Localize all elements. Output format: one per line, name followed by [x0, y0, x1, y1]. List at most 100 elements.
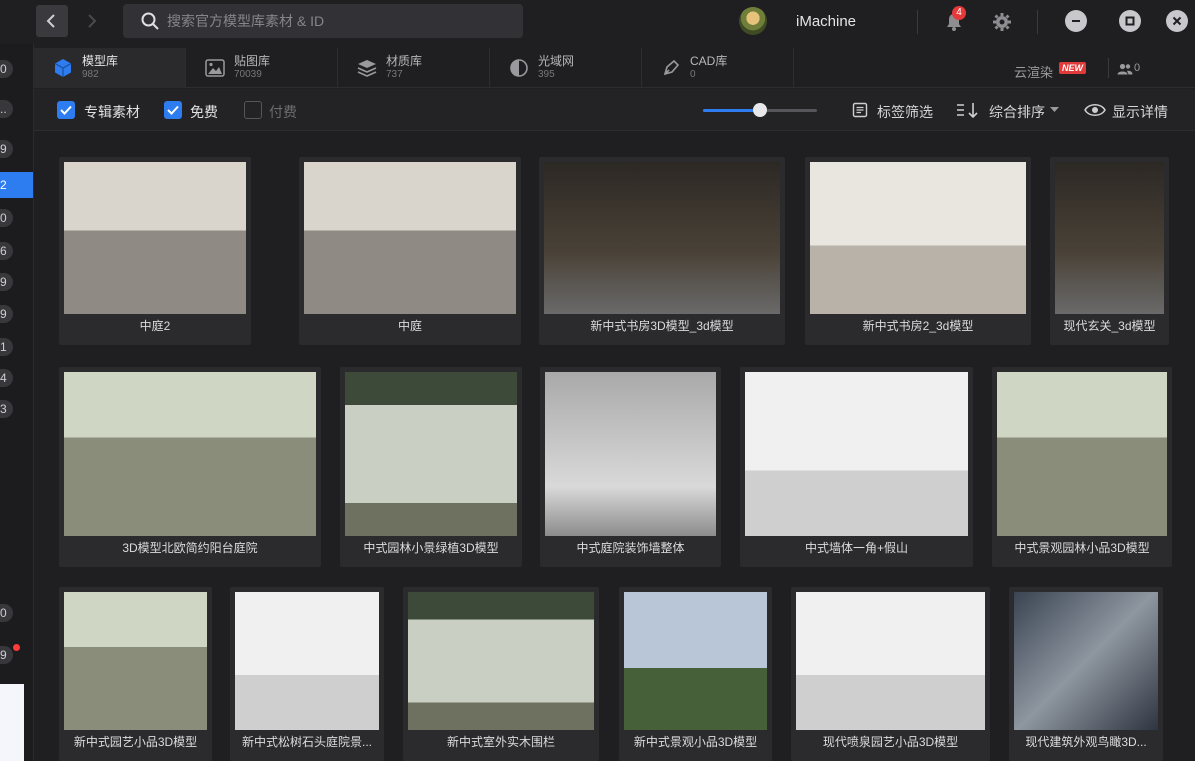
tab-label: 贴图库	[234, 54, 271, 68]
sidebar-item[interactable]: 6	[0, 238, 33, 264]
model-caption[interactable]: 新中式松树石头庭院景...	[234, 729, 380, 755]
tab-count: 982	[82, 69, 99, 80]
chevron-down-icon[interactable]	[1050, 107, 1059, 113]
maximize-button[interactable]	[1119, 10, 1141, 32]
model-caption[interactable]: 新中式园艺小品3D模型	[63, 729, 208, 755]
model-caption[interactable]: 中庭2	[63, 313, 247, 339]
model-card[interactable]: 新中式书房3D模型_3d模型	[539, 157, 785, 345]
model-card[interactable]: 现代喷泉园艺小品3D模型	[791, 587, 990, 761]
model-card[interactable]: 新中式书房2_3d模型	[805, 157, 1031, 345]
model-thumbnail[interactable]	[235, 592, 379, 730]
tab-material-library[interactable]: 材质库 737	[338, 48, 490, 88]
model-caption[interactable]: 中式墙体一角+假山	[744, 535, 969, 561]
search-input[interactable]	[167, 13, 497, 29]
model-card[interactable]: 3D模型北欧简约阳台庭院	[59, 367, 321, 567]
sidebar-item[interactable]: 9	[0, 136, 33, 162]
tab-count: 395	[538, 69, 555, 80]
free-label[interactable]: 免费	[190, 102, 218, 122]
model-caption[interactable]: 中庭	[303, 313, 517, 339]
tab-label: 模型库	[82, 54, 119, 68]
cloud-render-link[interactable]: 云渲染	[1014, 62, 1053, 81]
tab-model-library[interactable]: 模型库 982	[34, 48, 186, 88]
paid-label[interactable]: 付费	[269, 102, 297, 122]
model-thumbnail[interactable]	[1014, 592, 1158, 730]
back-button[interactable]	[36, 5, 68, 37]
sidebar-item[interactable]: 0	[0, 600, 33, 626]
sidebar-item-count: 0	[0, 60, 13, 78]
model-thumbnail[interactable]	[997, 372, 1167, 536]
search-box[interactable]	[123, 4, 523, 38]
model-thumbnail[interactable]	[408, 592, 594, 730]
model-card[interactable]: 新中式松树石头庭院景...	[230, 587, 384, 761]
model-thumbnail[interactable]	[544, 162, 780, 314]
model-caption[interactable]: 新中式书房2_3d模型	[809, 313, 1027, 339]
username[interactable]: iMachine	[796, 13, 856, 30]
sidebar-item[interactable]: 0	[0, 205, 33, 231]
users-icon[interactable]	[1117, 63, 1133, 75]
sort-button[interactable]: 综合排序	[989, 102, 1045, 122]
model-card[interactable]: 中式景观园林小品3D模型	[992, 367, 1172, 567]
model-thumbnail[interactable]	[1055, 162, 1164, 314]
model-thumbnail[interactable]	[64, 162, 246, 314]
album-label[interactable]: 专辑素材	[84, 102, 140, 122]
paid-checkbox[interactable]	[244, 101, 262, 119]
layers-icon	[357, 60, 377, 77]
model-caption[interactable]: 现代建筑外观鸟瞰3D...	[1013, 729, 1159, 755]
library-tabs: 模型库 982 贴图库 70039 材质库 737 光域网 395 CAD库 0 云渲染 …	[34, 44, 1195, 88]
model-caption[interactable]: 中式庭院装饰墙整体	[544, 535, 717, 561]
model-caption[interactable]: 新中式室外实木围栏	[407, 729, 595, 755]
minimize-button[interactable]	[1065, 10, 1087, 32]
model-card[interactable]: 新中式园艺小品3D模型	[59, 587, 212, 761]
model-caption[interactable]: 中式园林小景绿植3D模型	[344, 535, 518, 561]
slider-handle[interactable]	[753, 103, 767, 117]
sidebar-item[interactable]: 9	[0, 301, 33, 327]
model-caption[interactable]: 中式景观园林小品3D模型	[996, 535, 1168, 561]
model-thumbnail[interactable]	[545, 372, 716, 536]
model-card[interactable]: 中庭2	[59, 157, 251, 345]
album-checkbox[interactable]	[57, 101, 75, 119]
tab-texture-library[interactable]: 贴图库 70039	[186, 48, 338, 88]
sidebar-item[interactable]: ..	[0, 96, 33, 122]
sidebar-item[interactable]: 0	[0, 56, 33, 82]
model-thumbnail[interactable]	[64, 372, 316, 536]
sidebar-item[interactable]: 3	[0, 396, 33, 422]
sidebar-item[interactable]: 9	[0, 269, 33, 295]
model-card[interactable]: 新中式景观小品3D模型	[619, 587, 772, 761]
model-card[interactable]: 中式墙体一角+假山	[740, 367, 973, 567]
model-thumbnail[interactable]	[304, 162, 516, 314]
model-card[interactable]: 新中式室外实木围栏	[403, 587, 599, 761]
model-thumbnail[interactable]	[345, 372, 517, 536]
model-thumbnail[interactable]	[796, 592, 985, 730]
model-caption[interactable]: 3D模型北欧简约阳台庭院	[63, 535, 317, 561]
model-caption[interactable]: 新中式书房3D模型_3d模型	[543, 313, 781, 339]
model-thumbnail[interactable]	[624, 592, 767, 730]
filter-bar: 专辑素材 免费 付费 标签筛选 综合排序 显示详情	[34, 89, 1195, 131]
model-caption[interactable]: 新中式景观小品3D模型	[623, 729, 768, 755]
tab-cad-library[interactable]: CAD库 0	[642, 48, 794, 88]
model-card[interactable]: 中式园林小景绿植3D模型	[340, 367, 522, 567]
free-checkbox[interactable]	[164, 101, 182, 119]
gear-icon[interactable]	[992, 12, 1012, 32]
model-card[interactable]: 现代玄关_3d模型	[1050, 157, 1169, 345]
model-card[interactable]: 现代建筑外观鸟瞰3D...	[1009, 587, 1163, 761]
sidebar-item[interactable]: 2	[0, 172, 33, 198]
tag-filter-button[interactable]: 标签筛选	[877, 102, 933, 122]
sidebar-item[interactable]: 1	[0, 334, 33, 360]
avatar[interactable]	[739, 7, 767, 35]
left-sidebar: 0.. 9 2 0 6 9 9 1 4 3 0 9	[0, 44, 34, 761]
tab-ies-library[interactable]: 光域网 395	[490, 48, 642, 88]
close-button[interactable]	[1166, 10, 1188, 32]
model-thumbnail[interactable]	[810, 162, 1026, 314]
model-card[interactable]: 中式庭院装饰墙整体	[540, 367, 721, 567]
model-card[interactable]: 中庭	[299, 157, 521, 345]
model-thumbnail[interactable]	[745, 372, 968, 536]
model-caption[interactable]: 现代喷泉园艺小品3D模型	[795, 729, 986, 755]
sidebar-item[interactable]: 4	[0, 365, 33, 391]
sidebar-panel-preview[interactable]	[0, 684, 24, 761]
tab-label: 材质库	[386, 54, 423, 68]
model-thumbnail[interactable]	[64, 592, 207, 730]
model-caption[interactable]: 现代玄关_3d模型	[1054, 313, 1165, 339]
forward-button[interactable]	[76, 5, 108, 37]
close-icon	[1172, 16, 1182, 26]
show-details-button[interactable]: 显示详情	[1112, 102, 1168, 122]
